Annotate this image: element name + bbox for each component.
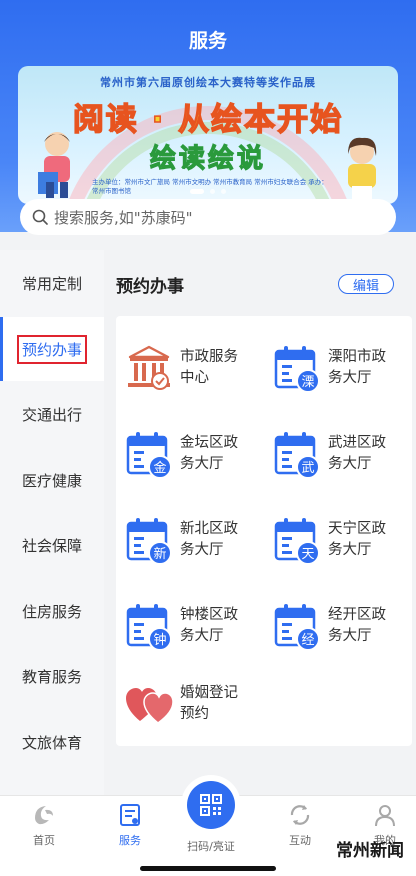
nav-label: 互动 — [289, 834, 311, 847]
nav-services[interactable]: 服务 — [95, 802, 165, 848]
calendar-icon: 钟 — [126, 604, 172, 651]
service-item-zhonglou[interactable]: 钟 钟楼区政务大厅 — [116, 596, 264, 656]
banner-dot — [190, 189, 204, 194]
service-card: 市政服务中心 溧 溧阳市政务大厅 金 金坛区政务大厅 武 武进区政务大厅 新 新… — [116, 316, 412, 746]
scan-button-inner — [187, 781, 235, 829]
sidebar-item-label: 文旅体育 — [21, 733, 82, 752]
service-label: 市政服务中心 — [180, 349, 238, 386]
banner-dot — [221, 189, 226, 194]
service-label: 溧阳市政务大厅 — [328, 349, 386, 386]
calendar-badge: 钟 — [153, 632, 166, 648]
service-item-xinbei[interactable]: 新 新北区政务大厅 — [116, 510, 264, 570]
category-sidebar: 常用定制 预约办事 交通出行 医疗健康 社会保障 住房服务 教育服务 文旅体育 — [0, 250, 104, 795]
nav-scan[interactable]: 扫码/亮证 — [176, 834, 246, 854]
calendar-icon: 经 — [274, 604, 320, 651]
edit-button[interactable]: 编辑 — [338, 274, 394, 294]
user-icon — [375, 805, 395, 827]
sidebar-item-label: 交通出行 — [21, 405, 82, 424]
section-title: 预约办事 — [116, 277, 184, 297]
service-label: 婚姻登记预约 — [180, 685, 238, 722]
sidebar-item-culture-sports[interactable]: 文旅体育 — [0, 710, 104, 774]
service-label: 新北区政务大厅 — [180, 521, 238, 558]
sidebar-item-common[interactable]: 常用定制 — [0, 251, 104, 315]
calendar-badge: 经 — [301, 633, 314, 648]
service-label: 武进区政务大厅 — [328, 435, 386, 472]
page-title: 服务 — [188, 30, 227, 52]
nav-interaction[interactable]: 互动 — [265, 802, 335, 848]
scan-button[interactable] — [181, 775, 241, 835]
sidebar-item-label: 社会保障 — [21, 536, 82, 555]
service-item-jintan[interactable]: 金 金坛区政务大厅 — [116, 424, 264, 484]
banner-pagination — [18, 179, 398, 198]
calendar-badge: 新 — [153, 546, 166, 562]
service-item-marriage[interactable]: 婚姻登记预约 — [116, 674, 264, 734]
sidebar-item-label: 教育服务 — [21, 667, 82, 686]
nav-label: 服务 — [119, 834, 141, 847]
qr-code-icon — [200, 794, 222, 816]
sidebar-item-label: 预约办事 — [16, 334, 87, 364]
service-item-wujin[interactable]: 武 武进区政务大厅 — [264, 424, 412, 484]
calendar-badge: 溧 — [301, 375, 314, 390]
home-logo-icon — [35, 806, 53, 825]
service-label: 钟楼区政务大厅 — [180, 607, 238, 644]
service-item-tianning[interactable]: 天 天宁区政务大厅 — [264, 510, 412, 570]
service-label: 天宁区政务大厅 — [328, 521, 386, 558]
calendar-icon: 天 — [274, 518, 320, 565]
sidebar-item-label: 住房服务 — [21, 602, 82, 621]
services-document-icon — [120, 804, 140, 826]
hearts-icon — [126, 688, 174, 724]
home-indicator — [140, 866, 276, 871]
government-building-icon — [128, 345, 170, 390]
nav-home[interactable]: 首页 — [9, 802, 79, 848]
calendar-badge: 金 — [153, 460, 166, 476]
service-label: 经开区政务大厅 — [328, 607, 386, 644]
calendar-icon: 溧 — [274, 346, 320, 393]
calendar-badge: 天 — [301, 547, 314, 562]
search-icon — [32, 209, 48, 225]
sidebar-item-housing[interactable]: 住房服务 — [0, 579, 104, 643]
watermark: 常州新闻 — [336, 841, 404, 861]
refresh-interaction-icon — [290, 805, 310, 825]
calendar-icon: 武 — [274, 432, 320, 479]
banner-top-text: 常州市第六届原创绘本大赛特等奖作品展 — [100, 76, 316, 89]
sidebar-item-social-security[interactable]: 社会保障 — [0, 513, 104, 577]
service-item-jingkai[interactable]: 经 经开区政务大厅 — [264, 596, 412, 656]
calendar-badge: 武 — [301, 461, 314, 476]
sidebar-item-medical[interactable]: 医疗健康 — [0, 448, 104, 512]
search-bar[interactable]: 搜索服务,如"苏康码" — [20, 199, 396, 235]
promo-banner[interactable]: 常州市第六届原创绘本大赛特等奖作品展 阅读 · 从绘本开始 绘读绘说 主办单位：… — [18, 66, 398, 204]
nav-label: 首页 — [33, 834, 55, 847]
service-item-municipal-center[interactable]: 市政服务中心 — [116, 338, 264, 398]
service-label: 金坛区政务大厅 — [180, 435, 238, 472]
calendar-icon: 新 — [126, 518, 172, 565]
nav-label: 扫码/亮证 — [187, 840, 235, 853]
banner-dot — [210, 189, 215, 194]
sidebar-item-label: 医疗健康 — [21, 471, 82, 490]
sidebar-item-transport[interactable]: 交通出行 — [0, 382, 104, 446]
service-item-liyang[interactable]: 溧 溧阳市政务大厅 — [264, 338, 412, 398]
sidebar-item-appointments[interactable]: 预约办事 — [0, 317, 104, 381]
sidebar-item-education[interactable]: 教育服务 — [0, 644, 104, 708]
sidebar-item-label: 常用定制 — [21, 274, 82, 293]
search-placeholder: 搜索服务,如"苏康码" — [54, 208, 193, 227]
calendar-icon: 金 — [126, 432, 172, 479]
